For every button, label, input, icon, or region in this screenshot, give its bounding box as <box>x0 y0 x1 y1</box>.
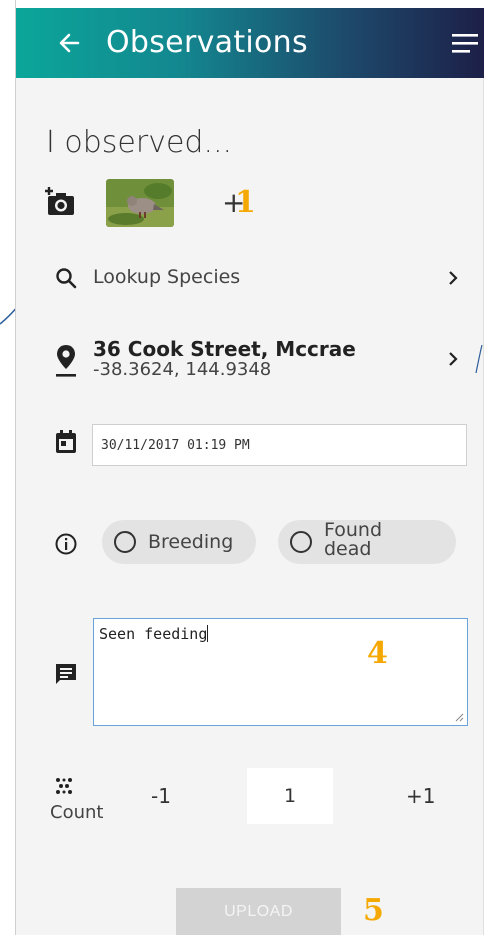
location-address: 36 Cook Street, Mccrae <box>93 337 356 361</box>
chevron-right-icon <box>449 271 458 285</box>
notes-row: Seen feeding <box>16 618 484 728</box>
location-pin-icon <box>56 345 76 377</box>
lookup-species-label: Lookup Species <box>93 266 241 288</box>
lookup-species-row[interactable]: Lookup Species <box>16 256 484 302</box>
date-time-input[interactable]: 30/11/2017 01:19 PM <box>92 424 467 466</box>
page-title: Observations <box>106 25 308 60</box>
arrow-left-icon[interactable] <box>54 28 84 58</box>
count-label: Count <box>50 802 104 823</box>
found-dead-label: Found dead <box>324 519 383 560</box>
calendar-icon <box>56 430 76 453</box>
location-coordinates: -38.3624, 144.9348 <box>93 359 272 380</box>
breeding-toggle[interactable]: Breeding <box>102 520 256 564</box>
bird-photo-thumbnail[interactable] <box>106 179 174 227</box>
notes-text: Seen feeding <box>99 625 208 643</box>
annotation-number: 5 <box>363 893 384 928</box>
add-photo-icon[interactable] <box>44 186 78 218</box>
decrement-button[interactable]: -1 <box>151 784 171 808</box>
annotation-number: 1 <box>235 185 256 220</box>
count-row: Count -1 1 +1 <box>16 768 484 828</box>
radio-button[interactable] <box>114 531 136 553</box>
breeding-label: Breeding <box>148 531 234 553</box>
status-row: Breeding Found dead <box>16 520 484 566</box>
search-icon <box>56 268 77 289</box>
annotation-line <box>475 345 483 374</box>
menu-icon[interactable] <box>450 31 480 55</box>
count-dots-icon <box>56 778 72 794</box>
info-icon <box>55 533 77 555</box>
resize-grip-icon[interactable] <box>454 712 464 722</box>
app-bar: Observations <box>16 8 484 78</box>
notes-textarea[interactable]: Seen feeding <box>93 618 468 726</box>
status-strip <box>16 0 484 8</box>
form-heading: I observed... <box>46 125 233 160</box>
text-caret <box>207 625 209 642</box>
radio-button[interactable] <box>290 531 312 553</box>
count-input[interactable]: 1 <box>247 768 333 824</box>
upload-button[interactable]: UPLOAD <box>176 888 341 935</box>
phone-screen: Observations I observed... + 1 Lookup Sp… <box>15 0 484 935</box>
chevron-right-icon <box>449 352 458 366</box>
increment-button[interactable]: +1 <box>406 784 435 808</box>
comment-icon <box>56 664 76 684</box>
found-dead-toggle[interactable]: Found dead <box>278 520 456 564</box>
location-row[interactable]: 36 Cook Street, Mccrae -38.3624, 144.934… <box>16 335 484 387</box>
annotation-number: 4 <box>367 636 388 671</box>
date-row: 30/11/2017 01:19 PM <box>16 424 484 468</box>
photo-row: + <box>44 179 344 227</box>
